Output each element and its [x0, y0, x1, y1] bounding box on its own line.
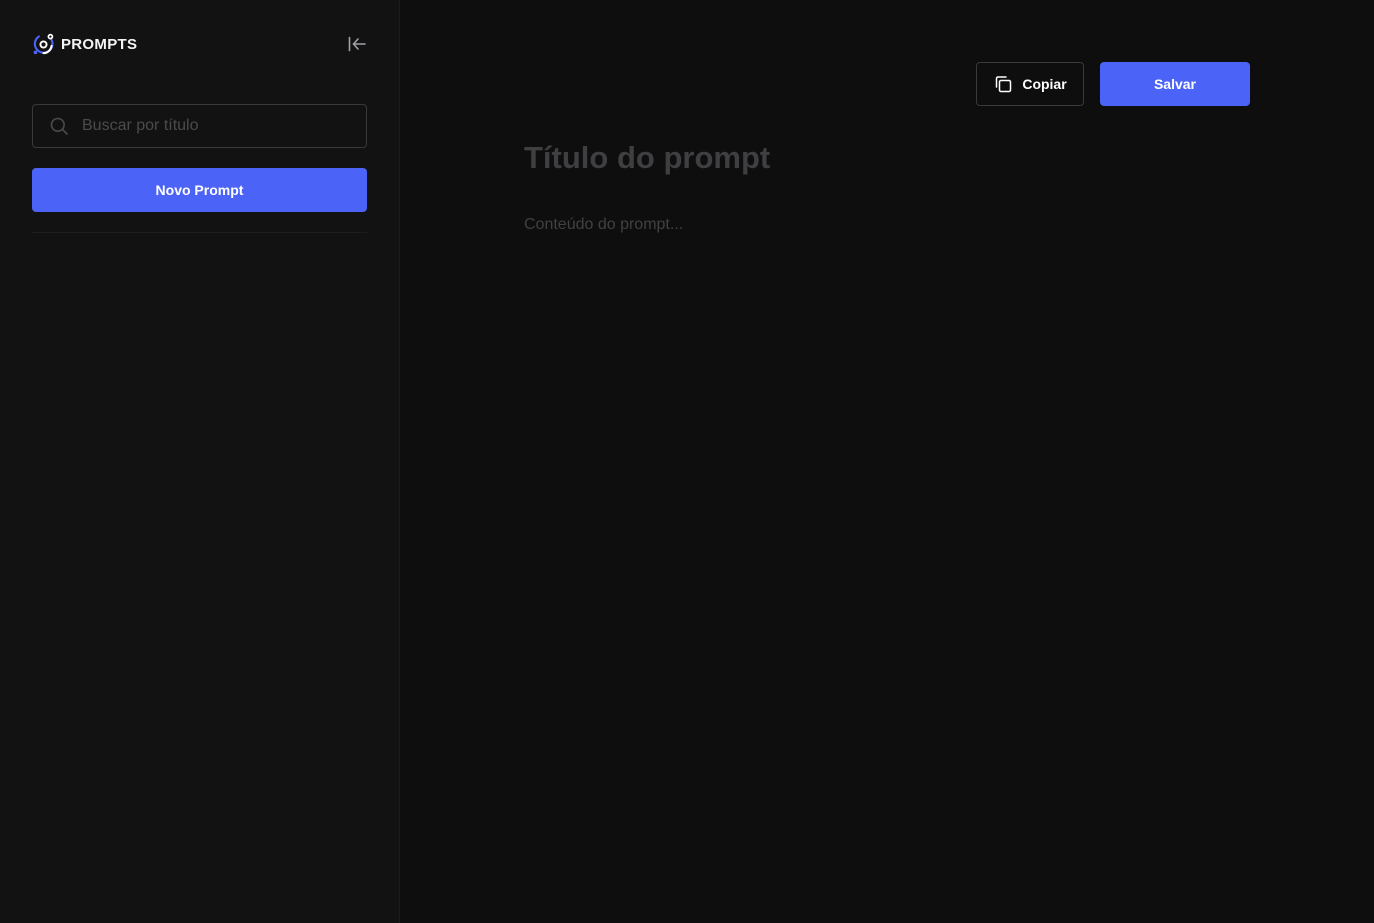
- app: PROMPTS Novo Prompt: [0, 0, 1374, 923]
- prompt-title-input[interactable]: [524, 136, 1224, 180]
- search-icon: [49, 116, 69, 136]
- copy-icon: [993, 74, 1013, 94]
- prompt-content-textarea[interactable]: [524, 214, 1250, 814]
- collapse-sidebar-button[interactable]: [345, 32, 369, 56]
- brand-name: PROMPTS: [61, 35, 138, 53]
- brand: PROMPTS: [32, 32, 137, 56]
- editor-area: Copiar Salvar: [400, 0, 1374, 923]
- new-prompt-button[interactable]: Novo Prompt: [32, 168, 367, 212]
- sidebar-divider: [32, 232, 367, 233]
- collapse-left-icon: [348, 36, 366, 52]
- save-button[interactable]: Salvar: [1100, 62, 1250, 106]
- copy-button[interactable]: Copiar: [976, 62, 1084, 106]
- search-input[interactable]: [82, 105, 342, 147]
- copy-button-label: Copiar: [1022, 76, 1067, 92]
- search-box: [32, 104, 367, 148]
- orbit-logo-icon: [33, 33, 54, 54]
- sidebar: PROMPTS Novo Prompt: [0, 0, 400, 923]
